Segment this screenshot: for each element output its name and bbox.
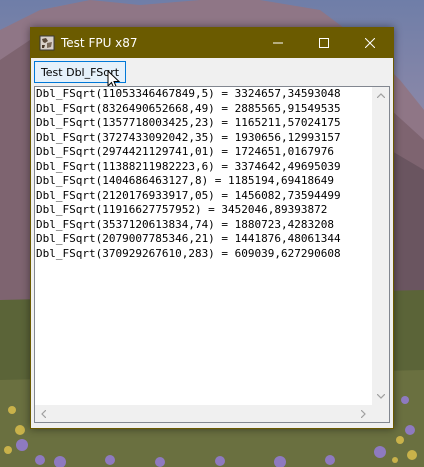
scroll-down-arrow[interactable] (372, 388, 389, 405)
output-line: Dbl_FSqrt(11388211982223,6) = 3374642,49… (36, 159, 341, 173)
vertical-scrollbar[interactable] (372, 87, 389, 405)
maximize-button[interactable] (301, 28, 347, 58)
output-line: Dbl_FSqrt(1404686463127,8) = 1185194,694… (36, 174, 335, 187)
horizontal-scrollbar[interactable] (35, 405, 372, 422)
app-window: Test FPU x87 Test Dbl_FSqrt Dbl_FSqrt(11… (30, 27, 394, 429)
scroll-right-arrow[interactable] (355, 405, 372, 422)
window-title: Test FPU x87 (61, 36, 138, 50)
output-line: Dbl_FSqrt(3537120613834,74) = 1880723,42… (36, 217, 335, 231)
client-area: Test Dbl_FSqrt Dbl_FSqrt(11053346467849,… (31, 58, 393, 428)
close-icon (365, 38, 375, 48)
output-line: Dbl_FSqrt(11916627757952) = 3452046,8939… (36, 203, 328, 216)
output-line: Dbl_FSqrt(11053346467849,5) = 3324657,34… (36, 87, 341, 100)
output-lines: Dbl_FSqrt(11053346467849,5) = 3324657,34… (35, 87, 373, 405)
maximize-icon (319, 38, 329, 48)
output-line: Dbl_FSqrt(8326490652668,49) = 2885565,91… (36, 101, 341, 115)
output-line: Dbl_FSqrt(3727433092042,35) = 1930656,12… (36, 130, 341, 144)
output-memo[interactable]: Dbl_FSqrt(11053346467849,5) = 3324657,34… (34, 86, 390, 423)
output-line: Dbl_FSqrt(2120176933917,05) = 1456082,73… (36, 188, 341, 202)
output-line: Dbl_FSqrt(370929267610,283) = 609039,627… (36, 246, 341, 260)
scrollbar-corner (372, 405, 389, 422)
chevron-up-icon (376, 93, 385, 98)
scroll-left-arrow[interactable] (35, 405, 52, 422)
output-line: Dbl_FSqrt(2079007785346,21) = 1441876,48… (36, 232, 341, 245)
chevron-down-icon (376, 394, 385, 399)
app-icon (39, 35, 55, 51)
minimize-icon (273, 42, 283, 44)
output-line: Dbl_FSqrt(2974421129741,01) = 1724651,01… (36, 145, 335, 158)
chevron-right-icon (361, 409, 366, 418)
output-line: Dbl_FSqrt(1357718003425,23) = 1165211,57… (36, 116, 341, 129)
scroll-up-arrow[interactable] (372, 87, 389, 104)
minimize-button[interactable] (255, 28, 301, 58)
title-bar[interactable]: Test FPU x87 (31, 28, 393, 58)
chevron-left-icon (41, 409, 46, 418)
close-button[interactable] (347, 28, 393, 58)
